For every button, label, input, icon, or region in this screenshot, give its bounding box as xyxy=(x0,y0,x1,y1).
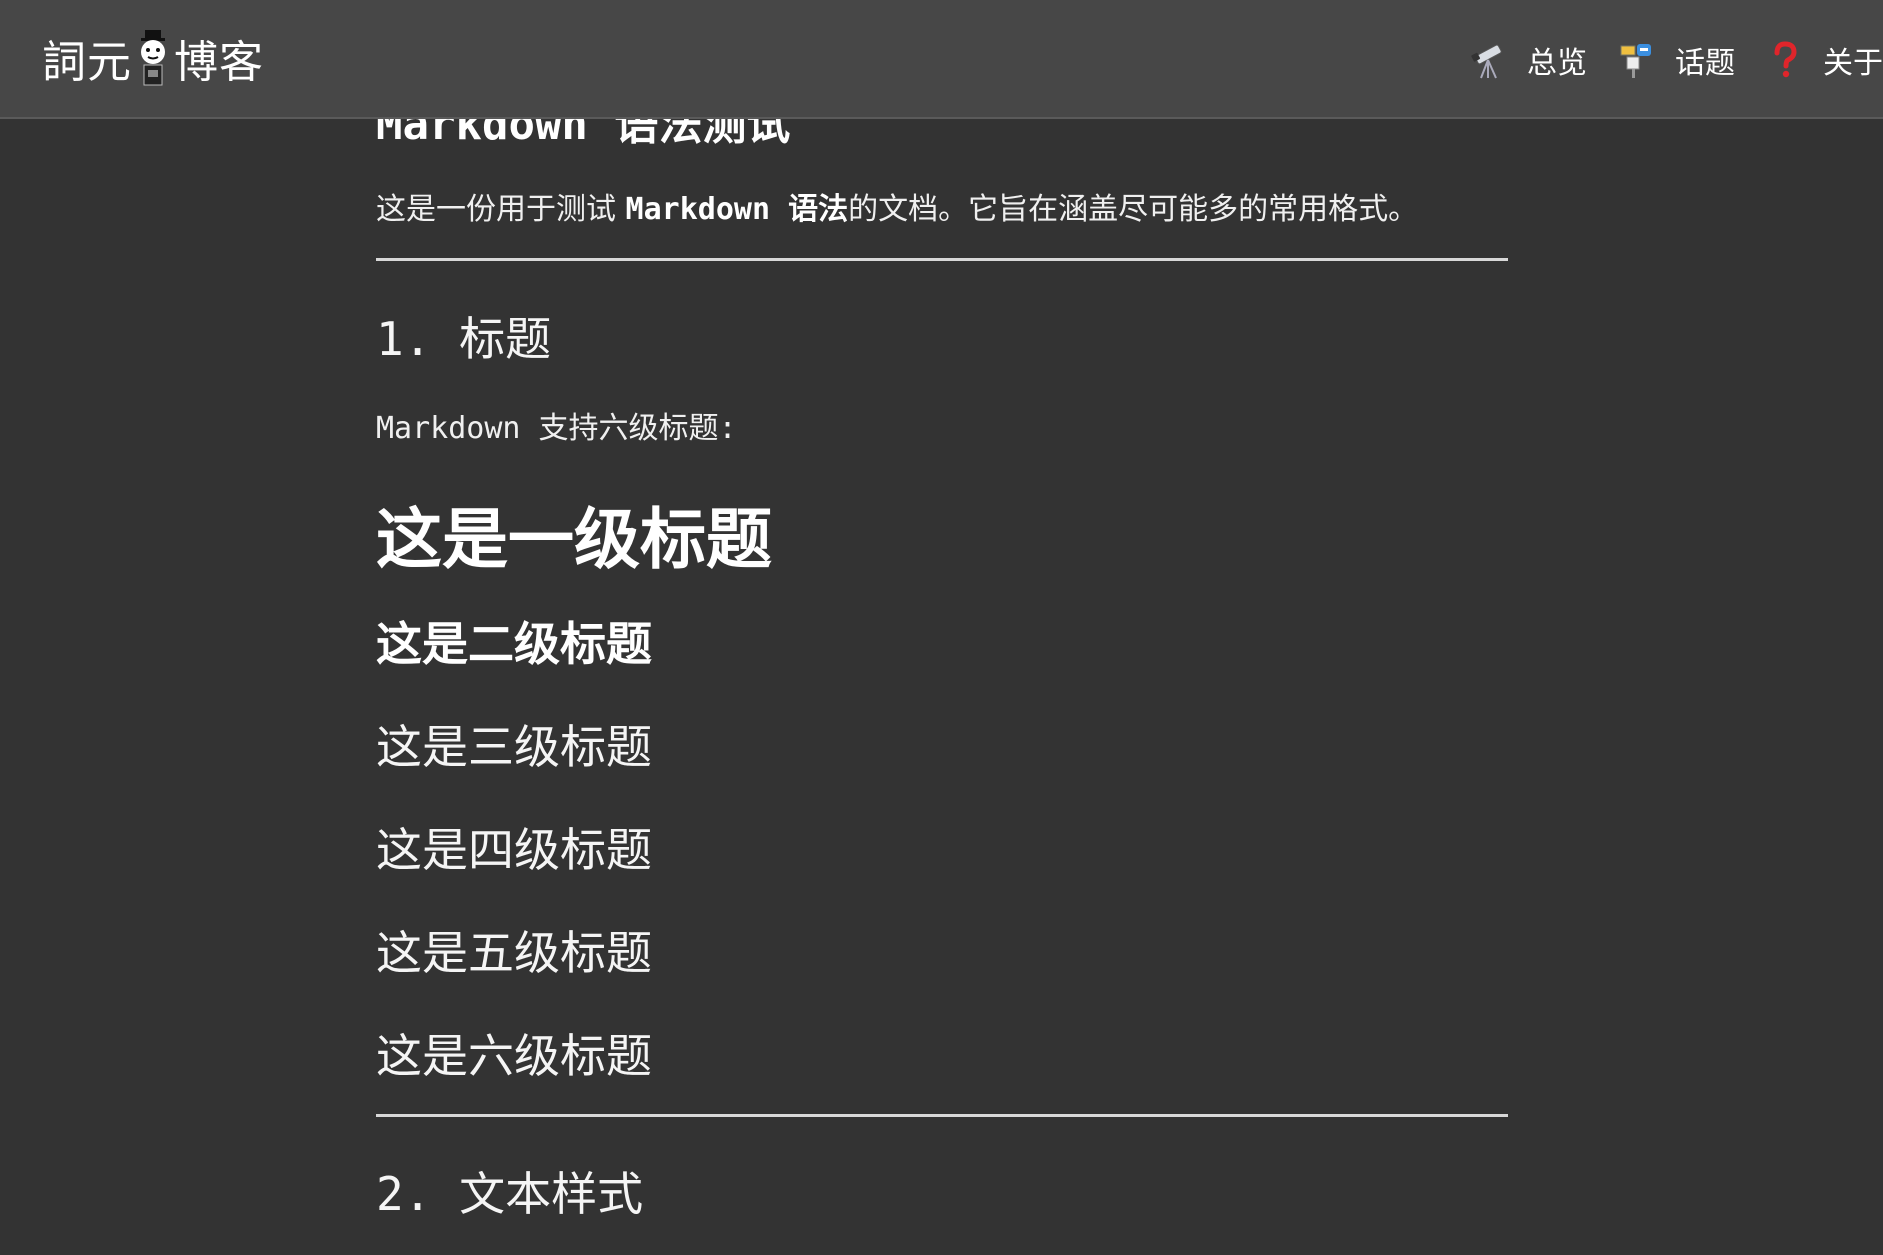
intro-text-after: 的文档。它旨在涵盖尽可能多的常用格式。 xyxy=(848,192,1419,227)
nav-item-topics[interactable]: 话题 xyxy=(1617,38,1735,82)
heading-level-4: 这是四级标题 xyxy=(376,823,652,877)
heading-level-6: 这是六级标题 xyxy=(376,1029,652,1083)
mascot-icon xyxy=(136,28,170,88)
nav-label-topics: 话题 xyxy=(1675,46,1735,81)
main-nav: 总览 话题 关于 xyxy=(1439,30,1883,90)
nav-label-overview: 总览 xyxy=(1527,46,1587,81)
question-mark-icon xyxy=(1765,40,1805,80)
section-paragraph: Markdown 支持六级标题: xyxy=(376,411,737,446)
heading-level-5: 这是五级标题 xyxy=(376,926,652,980)
horizontal-rule xyxy=(376,258,1508,261)
site-logo[interactable]: 詞元 博客 xyxy=(42,22,264,94)
brand-name-right: 博客 xyxy=(174,37,264,88)
heading-level-1: 这是一级标题 xyxy=(376,500,772,578)
intro-text-bold: Markdown 语法 xyxy=(625,192,849,227)
telescope-icon xyxy=(1469,40,1509,80)
top-navigation-bar: 詞元 博客 总览 话题 关于 xyxy=(0,0,1883,119)
heading-level-3: 这是三级标题 xyxy=(376,720,652,774)
intro-paragraph: 这是一份用于测试 Markdown 语法的文档。它旨在涵盖尽可能多的常用格式。 xyxy=(376,184,1418,228)
heading-level-2: 这是二级标题 xyxy=(376,617,652,671)
section-heading-headings: 1. 标题 xyxy=(376,312,552,366)
bulletin-board-icon xyxy=(1617,40,1657,80)
nav-item-overview[interactable]: 总览 xyxy=(1469,38,1587,82)
horizontal-rule xyxy=(376,1114,1508,1117)
brand-name-left: 詞元 xyxy=(42,37,132,88)
nav-item-about[interactable]: 关于 xyxy=(1765,38,1883,82)
intro-text-before: 这是一份用于测试 xyxy=(376,192,626,227)
section-heading-text-styles: 2. 文本样式 xyxy=(376,1167,644,1221)
nav-label-about: 关于 xyxy=(1823,46,1883,81)
